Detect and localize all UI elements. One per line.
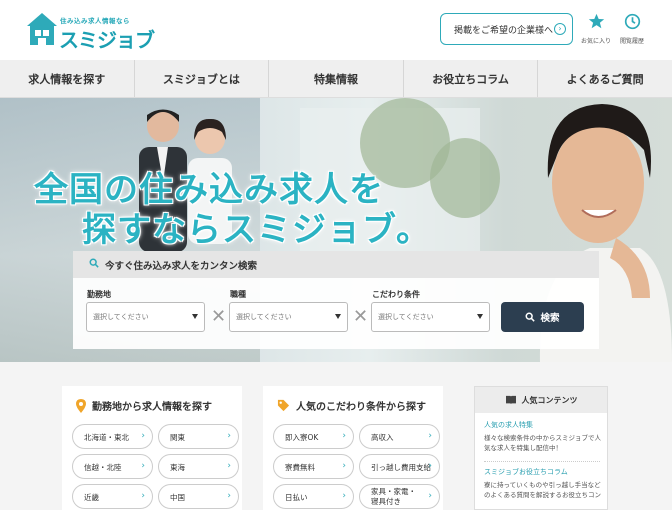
book-icon: [505, 395, 516, 405]
popular-desc-feature: 様々な検索条件の中からスミジョブで人気な求人を特集し配信中！: [484, 434, 601, 452]
chevron-right-icon: ›: [141, 491, 145, 501]
area-card-title: 勤務地から求人情報を探す: [76, 398, 212, 413]
cross-icon: ✕: [211, 306, 227, 327]
location-select-value: 選択してください: [93, 313, 149, 321]
condition-card-title: 人気のこだわり条件から探す: [277, 398, 426, 413]
chevron-right-icon: ›: [428, 461, 432, 471]
house-icon: [27, 13, 57, 45]
hero-plant: [430, 138, 500, 218]
lower-section: 勤務地から求人情報を探す 北海道・東北 › 関東 › 信越・北陸 › 東海 › 近畿 › …: [0, 362, 672, 510]
area-chip-label: 東海: [170, 463, 185, 472]
divider: [484, 461, 600, 462]
nav-item-search-jobs[interactable]: 求人情報を探す: [0, 60, 135, 97]
favorites-button[interactable]: お気に入り: [578, 13, 614, 45]
popular-contents-title: 人気コンテンツ: [521, 395, 578, 405]
search-button[interactable]: 検索: [501, 302, 584, 332]
condition-chip-label: 引っ越し費用支給: [371, 463, 431, 472]
chevron-right-icon: ›: [342, 491, 346, 501]
area-chip-label: 中国: [170, 493, 185, 502]
site-header: 住み込み求人情報なら スミジョブ 掲載をご希望の企業様へ › お気に入り 閲覧履…: [0, 0, 672, 60]
job-type-select[interactable]: 選択してください: [229, 302, 348, 332]
area-chip-label: 関東: [170, 433, 185, 442]
condition-chip[interactable]: 寮費無料 ›: [273, 454, 354, 479]
caret-down-icon: [335, 314, 341, 319]
global-nav: 求人情報を探す スミジョブとは 特集情報 お役立ちコラム よくあるご質問: [0, 60, 672, 98]
area-chip-label: 北海道・東北: [84, 433, 129, 442]
search-button-label: 検索: [540, 313, 560, 324]
chevron-right-icon: ›: [342, 461, 346, 471]
area-chip[interactable]: 近畿 ›: [72, 484, 153, 509]
logo-name: スミジョブ: [59, 28, 155, 52]
condition-chip[interactable]: 即入寮OK ›: [273, 424, 354, 449]
chevron-right-icon: ›: [342, 431, 346, 441]
condition-chip-label: 高収入: [371, 433, 394, 442]
nav-item-columns[interactable]: お役立ちコラム: [404, 60, 539, 97]
hero-headline-line2: 探すならスミジョブ。: [82, 210, 431, 250]
search-panel-title: 今すぐ住み込み求人をカンタン検索: [105, 260, 258, 272]
condition-chip-label: 寮費無料: [285, 463, 315, 472]
conditions-select[interactable]: 選択してください: [371, 302, 490, 332]
area-search-card: 勤務地から求人情報を探す 北海道・東北 › 関東 › 信越・北陸 › 東海 › 近畿 › …: [62, 386, 242, 510]
job-type-select-value: 選択してください: [236, 313, 292, 321]
area-chip[interactable]: 信越・北陸 ›: [72, 454, 153, 479]
chevron-right-icon: ›: [227, 461, 231, 471]
condition-chip[interactable]: 引っ越し費用支給 ›: [359, 454, 440, 479]
area-chip[interactable]: 関東 ›: [158, 424, 239, 449]
job-type-label: 職種: [230, 290, 246, 299]
area-chip[interactable]: 東海 ›: [158, 454, 239, 479]
conditions-select-value: 選択してください: [378, 313, 434, 321]
condition-search-card: 人気のこだわり条件から探す 即入寮OK › 高収入 › 寮費無料 › 引っ越し費用支給…: [263, 386, 443, 510]
popular-link-column[interactable]: スミジョブお役立ちコラム: [484, 467, 568, 477]
conditions-label: こだわり条件: [372, 290, 420, 299]
condition-chip[interactable]: 家具・家電・寝具付き ›: [359, 484, 440, 509]
popular-desc-column: 寮に持っていくものや引っ越し手当などのよくある質問を解説するお役立ちコン: [484, 481, 601, 499]
nav-item-faq[interactable]: よくあるご質問: [538, 60, 672, 97]
location-label: 勤務地: [87, 290, 111, 299]
history-label: 閲覧履歴: [619, 38, 644, 45]
chevron-right-icon: ›: [141, 431, 145, 441]
area-card-title-text: 勤務地から求人情報を探す: [92, 402, 212, 413]
chevron-right-icon: ›: [227, 431, 231, 441]
site-logo[interactable]: 住み込み求人情報なら スミジョブ: [26, 12, 155, 52]
condition-chip-label: 家具・家電・寝具付き: [371, 487, 416, 506]
tag-icon: [277, 399, 290, 412]
location-select[interactable]: 選択してください: [86, 302, 205, 332]
area-chip-label: 近畿: [84, 493, 99, 502]
area-chip-label: 信越・北陸: [84, 463, 122, 472]
advertiser-cta-button[interactable]: 掲載をご希望の企業様へ ›: [440, 13, 573, 45]
search-icon: [525, 312, 536, 322]
caret-down-icon: [192, 314, 198, 319]
clock-icon: [624, 13, 640, 30]
caret-down-icon: [477, 314, 483, 319]
job-search-panel: 今すぐ住み込み求人をカンタン検索 勤務地 選択してください ✕ 職種 選択してく…: [73, 251, 599, 349]
chevron-right-icon: ›: [554, 23, 566, 35]
chevron-right-icon: ›: [227, 491, 231, 501]
condition-chip[interactable]: 日払い ›: [273, 484, 354, 509]
chevron-right-icon: ›: [428, 491, 432, 501]
area-chip[interactable]: 中国 ›: [158, 484, 239, 509]
cross-icon: ✕: [353, 306, 369, 327]
chevron-right-icon: ›: [141, 461, 145, 471]
condition-chip-label: 日払い: [285, 493, 308, 502]
area-chip[interactable]: 北海道・東北 ›: [72, 424, 153, 449]
history-button[interactable]: 閲覧履歴: [614, 13, 650, 45]
advertiser-cta-label: 掲載をご希望の企業様へ: [454, 25, 554, 36]
favorites-label: お気に入り: [580, 38, 611, 45]
search-icon: [89, 258, 99, 271]
map-pin-icon: [76, 398, 86, 413]
condition-chip[interactable]: 高収入 ›: [359, 424, 440, 449]
nav-item-features[interactable]: 特集情報: [269, 60, 404, 97]
popular-link-feature[interactable]: 人気の求人特集: [484, 420, 533, 430]
search-panel-header: 今すぐ住み込み求人をカンタン検索: [73, 251, 599, 278]
condition-chip-label: 即入寮OK: [285, 433, 319, 442]
nav-item-about[interactable]: スミジョブとは: [135, 60, 270, 97]
chevron-right-icon: ›: [428, 431, 432, 441]
popular-contents-header: 人気コンテンツ: [475, 387, 607, 413]
hero-banner: 全国の住み込み求人を 探すならスミジョブ。 今すぐ住み込み求人をカンタン検索 勤…: [0, 98, 672, 362]
star-icon: [588, 13, 604, 29]
condition-card-title-text: 人気のこだわり条件から探す: [296, 402, 426, 413]
popular-contents-box: 人気コンテンツ 人気の求人特集 様々な検索条件の中からスミジョブで人気な求人を特…: [474, 386, 608, 510]
